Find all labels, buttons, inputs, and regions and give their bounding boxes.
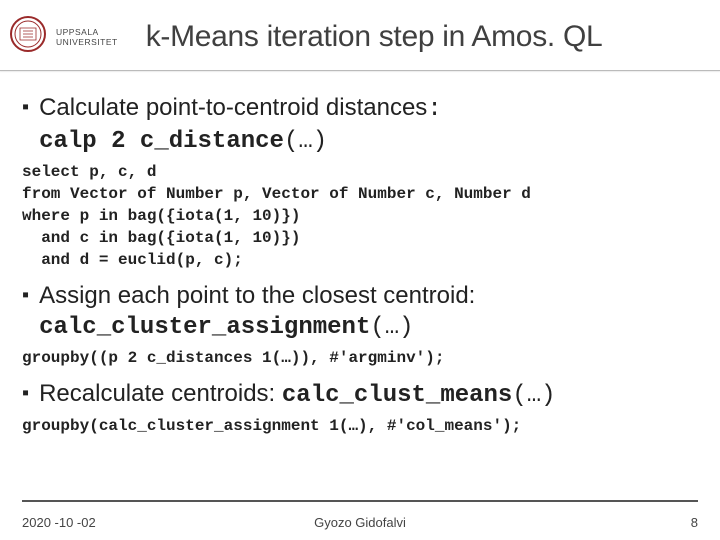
bullet-1: ▪ Calculate point-to-centroid distances:… — [22, 93, 698, 157]
footer-divider — [22, 500, 698, 502]
slide-content: ▪ Calculate point-to-centroid distances:… — [0, 71, 720, 437]
b3-args: (…) — [512, 382, 555, 409]
bullet-marker-icon: ▪ — [22, 379, 29, 407]
uni-name-2: UNIVERSITET — [56, 37, 118, 47]
slide-title: k-Means iteration step in Amos. QL — [146, 20, 603, 54]
b2-args: (…) — [370, 314, 413, 341]
b1-text: Calculate point-to-centroid distances — [39, 94, 427, 121]
code-block-3: groupby(calc_cluster_assignment 1(…), #'… — [22, 415, 698, 437]
footer-date: 2020 -10 -02 — [22, 515, 96, 530]
bullet-3-text: Recalculate centroids: calc_clust_means(… — [39, 379, 555, 411]
b1-fn: calp 2 c_distance — [39, 128, 284, 155]
uni-name-1: UPPSALA — [56, 27, 118, 37]
bullet-3: ▪ Recalculate centroids: calc_clust_mean… — [22, 379, 698, 411]
b3-fn: calc_clust_means — [282, 382, 512, 409]
university-label: UPPSALA UNIVERSITET — [56, 27, 118, 47]
bullet-2: ▪ Assign each point to the closest centr… — [22, 281, 698, 343]
b2-text: Assign each point to the closest centroi… — [39, 282, 475, 309]
university-seal-icon — [6, 14, 50, 58]
footer-author: Gyozo Gidofalvi — [314, 515, 406, 530]
bullet-2-text: Assign each point to the closest centroi… — [39, 281, 475, 343]
bullet-marker-icon: ▪ — [22, 281, 29, 309]
b1-colon: : — [427, 96, 441, 123]
b3-text: Recalculate centroids: — [39, 380, 282, 407]
slide-header: UPPSALA UNIVERSITET k-Means iteration st… — [0, 0, 720, 68]
footer-page-number: 8 — [691, 515, 698, 530]
code-block-2: groupby((p 2 c_distances 1(…)), #'argmin… — [22, 347, 698, 369]
b2-fn: calc_cluster_assignment — [39, 314, 370, 341]
code-block-1: select p, c, d from Vector of Number p, … — [22, 161, 698, 271]
bullet-marker-icon: ▪ — [22, 93, 29, 121]
b1-args: (…) — [284, 128, 327, 155]
bullet-1-text: Calculate point-to-centroid distances: c… — [39, 93, 442, 157]
slide-footer: 2020 -10 -02 Gyozo Gidofalvi 8 — [22, 515, 698, 530]
